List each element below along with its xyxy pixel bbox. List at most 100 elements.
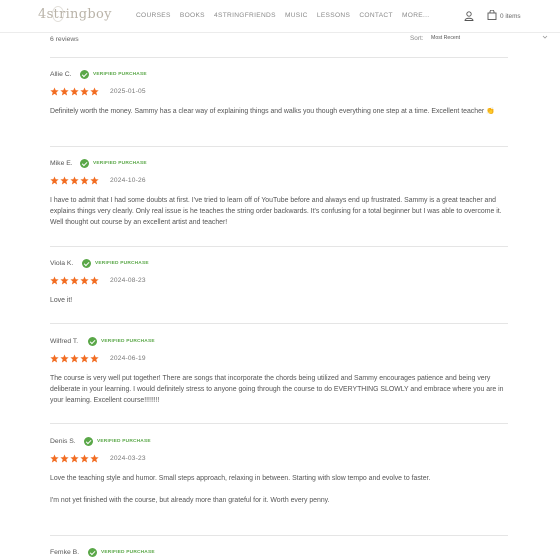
review-body: Love it! xyxy=(50,297,73,304)
review-item: Allie C. VERIFIED PURCHASE 2025-01-05 De… xyxy=(50,70,510,117)
star-icon xyxy=(80,454,89,463)
review-body: I have to admit that I had some doubts a… xyxy=(50,197,502,226)
user-account-icon[interactable] xyxy=(464,11,474,21)
star-icon xyxy=(50,276,59,285)
star-icon xyxy=(60,454,69,463)
star-icon xyxy=(90,87,99,96)
nav-courses[interactable]: COURSES xyxy=(136,12,171,19)
star-rating xyxy=(50,176,100,185)
review-header: Viola K. VERIFIED PURCHASE xyxy=(50,259,510,271)
review-body: Definitely worth the money. Sammy has a … xyxy=(50,108,495,115)
sort-dropdown[interactable]: Most Recent xyxy=(430,32,550,44)
chevron-down-icon xyxy=(542,35,548,39)
review-count: 6 reviews xyxy=(50,36,79,43)
review-date: 2024-08-23 xyxy=(110,277,146,284)
verified-label: VERIFIED PURCHASE xyxy=(93,72,147,77)
star-icon xyxy=(60,87,69,96)
review-date: 2025-01-05 xyxy=(110,88,146,95)
divider xyxy=(50,57,508,58)
review-author: Wilfred T. xyxy=(50,338,79,345)
divider xyxy=(50,323,508,324)
star-icon xyxy=(90,176,99,185)
star-icon xyxy=(80,354,89,363)
star-rating xyxy=(50,87,100,96)
site-logo[interactable]: 4stringboy xyxy=(38,7,112,22)
review-author: Denis S. xyxy=(50,438,76,445)
star-icon xyxy=(60,354,69,363)
divider xyxy=(50,535,508,536)
star-icon xyxy=(50,354,59,363)
star-icon xyxy=(70,454,79,463)
review-header: Femke B. VERIFIED PURCHASE xyxy=(50,548,510,560)
star-rating xyxy=(50,276,100,285)
check-circle-icon xyxy=(84,437,93,446)
verified-badge: VERIFIED PURCHASE xyxy=(80,70,147,79)
star-icon xyxy=(60,276,69,285)
cart-count[interactable]: 0 items xyxy=(500,13,521,20)
nav-books[interactable]: BOOKS xyxy=(180,12,205,19)
check-circle-icon xyxy=(80,159,89,168)
verified-label: VERIFIED PURCHASE xyxy=(97,439,151,444)
check-circle-icon xyxy=(80,70,89,79)
star-icon xyxy=(70,87,79,96)
star-icon xyxy=(90,354,99,363)
nav-lessons[interactable]: LESSONS xyxy=(317,12,350,19)
review-body: Love the teaching style and humor. Small… xyxy=(50,475,431,504)
verified-badge: VERIFIED PURCHASE xyxy=(82,259,149,268)
review-date: 2024-06-19 xyxy=(110,355,146,362)
divider xyxy=(50,423,508,424)
verified-label: VERIFIED PURCHASE xyxy=(101,550,155,555)
verified-badge: VERIFIED PURCHASE xyxy=(88,548,155,557)
review-item: Denis S. VERIFIED PURCHASE 2024-03-23 Lo… xyxy=(50,437,510,506)
review-date: 2024-10-26 xyxy=(110,177,146,184)
star-icon xyxy=(70,354,79,363)
star-icon xyxy=(80,276,89,285)
star-icon xyxy=(80,176,89,185)
review-header: Denis S. VERIFIED PURCHASE xyxy=(50,437,510,449)
cart-icon[interactable] xyxy=(487,10,497,20)
star-icon xyxy=(70,176,79,185)
verified-badge: VERIFIED PURCHASE xyxy=(80,159,147,168)
review-item: Viola K. VERIFIED PURCHASE 2024-08-23 Lo… xyxy=(50,259,510,306)
check-circle-icon xyxy=(88,548,97,557)
review-rating-row: 2025-01-05 xyxy=(50,87,510,99)
verified-badge: VERIFIED PURCHASE xyxy=(84,437,151,446)
star-icon xyxy=(70,276,79,285)
review-date: 2024-03-23 xyxy=(110,455,146,462)
review-author: Femke B. xyxy=(50,549,80,556)
verified-label: VERIFIED PURCHASE xyxy=(101,339,155,344)
site-header: 4stringboy COURSES BOOKS 4STRINGFRIENDS … xyxy=(0,0,560,33)
review-rating-row: 2024-08-23 xyxy=(50,276,510,288)
divider xyxy=(50,246,508,247)
nav-more[interactable]: MORE... xyxy=(402,12,429,19)
star-icon xyxy=(90,276,99,285)
review-rating-row: 2024-10-26 xyxy=(50,176,510,188)
verified-badge: VERIFIED PURCHASE xyxy=(88,337,155,346)
star-icon xyxy=(50,176,59,185)
review-author: Viola K. xyxy=(50,260,74,267)
nav-4stringfriends[interactable]: 4STRINGFRIENDS xyxy=(214,12,276,19)
main-nav: COURSES BOOKS 4STRINGFRIENDS MUSIC LESSO… xyxy=(136,12,439,19)
review-header: Wilfred T. VERIFIED PURCHASE xyxy=(50,337,510,349)
star-icon xyxy=(60,176,69,185)
reviews-summary: 6 reviews Sort: Most Recent xyxy=(50,33,548,47)
verified-label: VERIFIED PURCHASE xyxy=(93,161,147,166)
review-author: Allie C. xyxy=(50,71,72,78)
nav-music[interactable]: MUSIC xyxy=(285,12,308,19)
review-author: Mike E. xyxy=(50,160,73,167)
star-rating xyxy=(50,454,100,463)
review-header: Allie C. VERIFIED PURCHASE xyxy=(50,70,510,82)
verified-label: VERIFIED PURCHASE xyxy=(95,261,149,266)
review-header: Mike E. VERIFIED PURCHASE xyxy=(50,159,510,171)
review-item: Wilfred T. VERIFIED PURCHASE 2024-06-19 … xyxy=(50,337,510,406)
star-icon xyxy=(50,87,59,96)
star-rating xyxy=(50,354,100,363)
check-circle-icon xyxy=(82,259,91,268)
divider xyxy=(50,146,508,147)
star-icon xyxy=(90,454,99,463)
nav-contact[interactable]: CONTACT xyxy=(359,12,392,19)
check-circle-icon xyxy=(88,337,97,346)
review-body: The course is very well put together! Th… xyxy=(50,375,504,404)
star-icon xyxy=(80,87,89,96)
review-rating-row: 2024-03-23 xyxy=(50,454,510,466)
